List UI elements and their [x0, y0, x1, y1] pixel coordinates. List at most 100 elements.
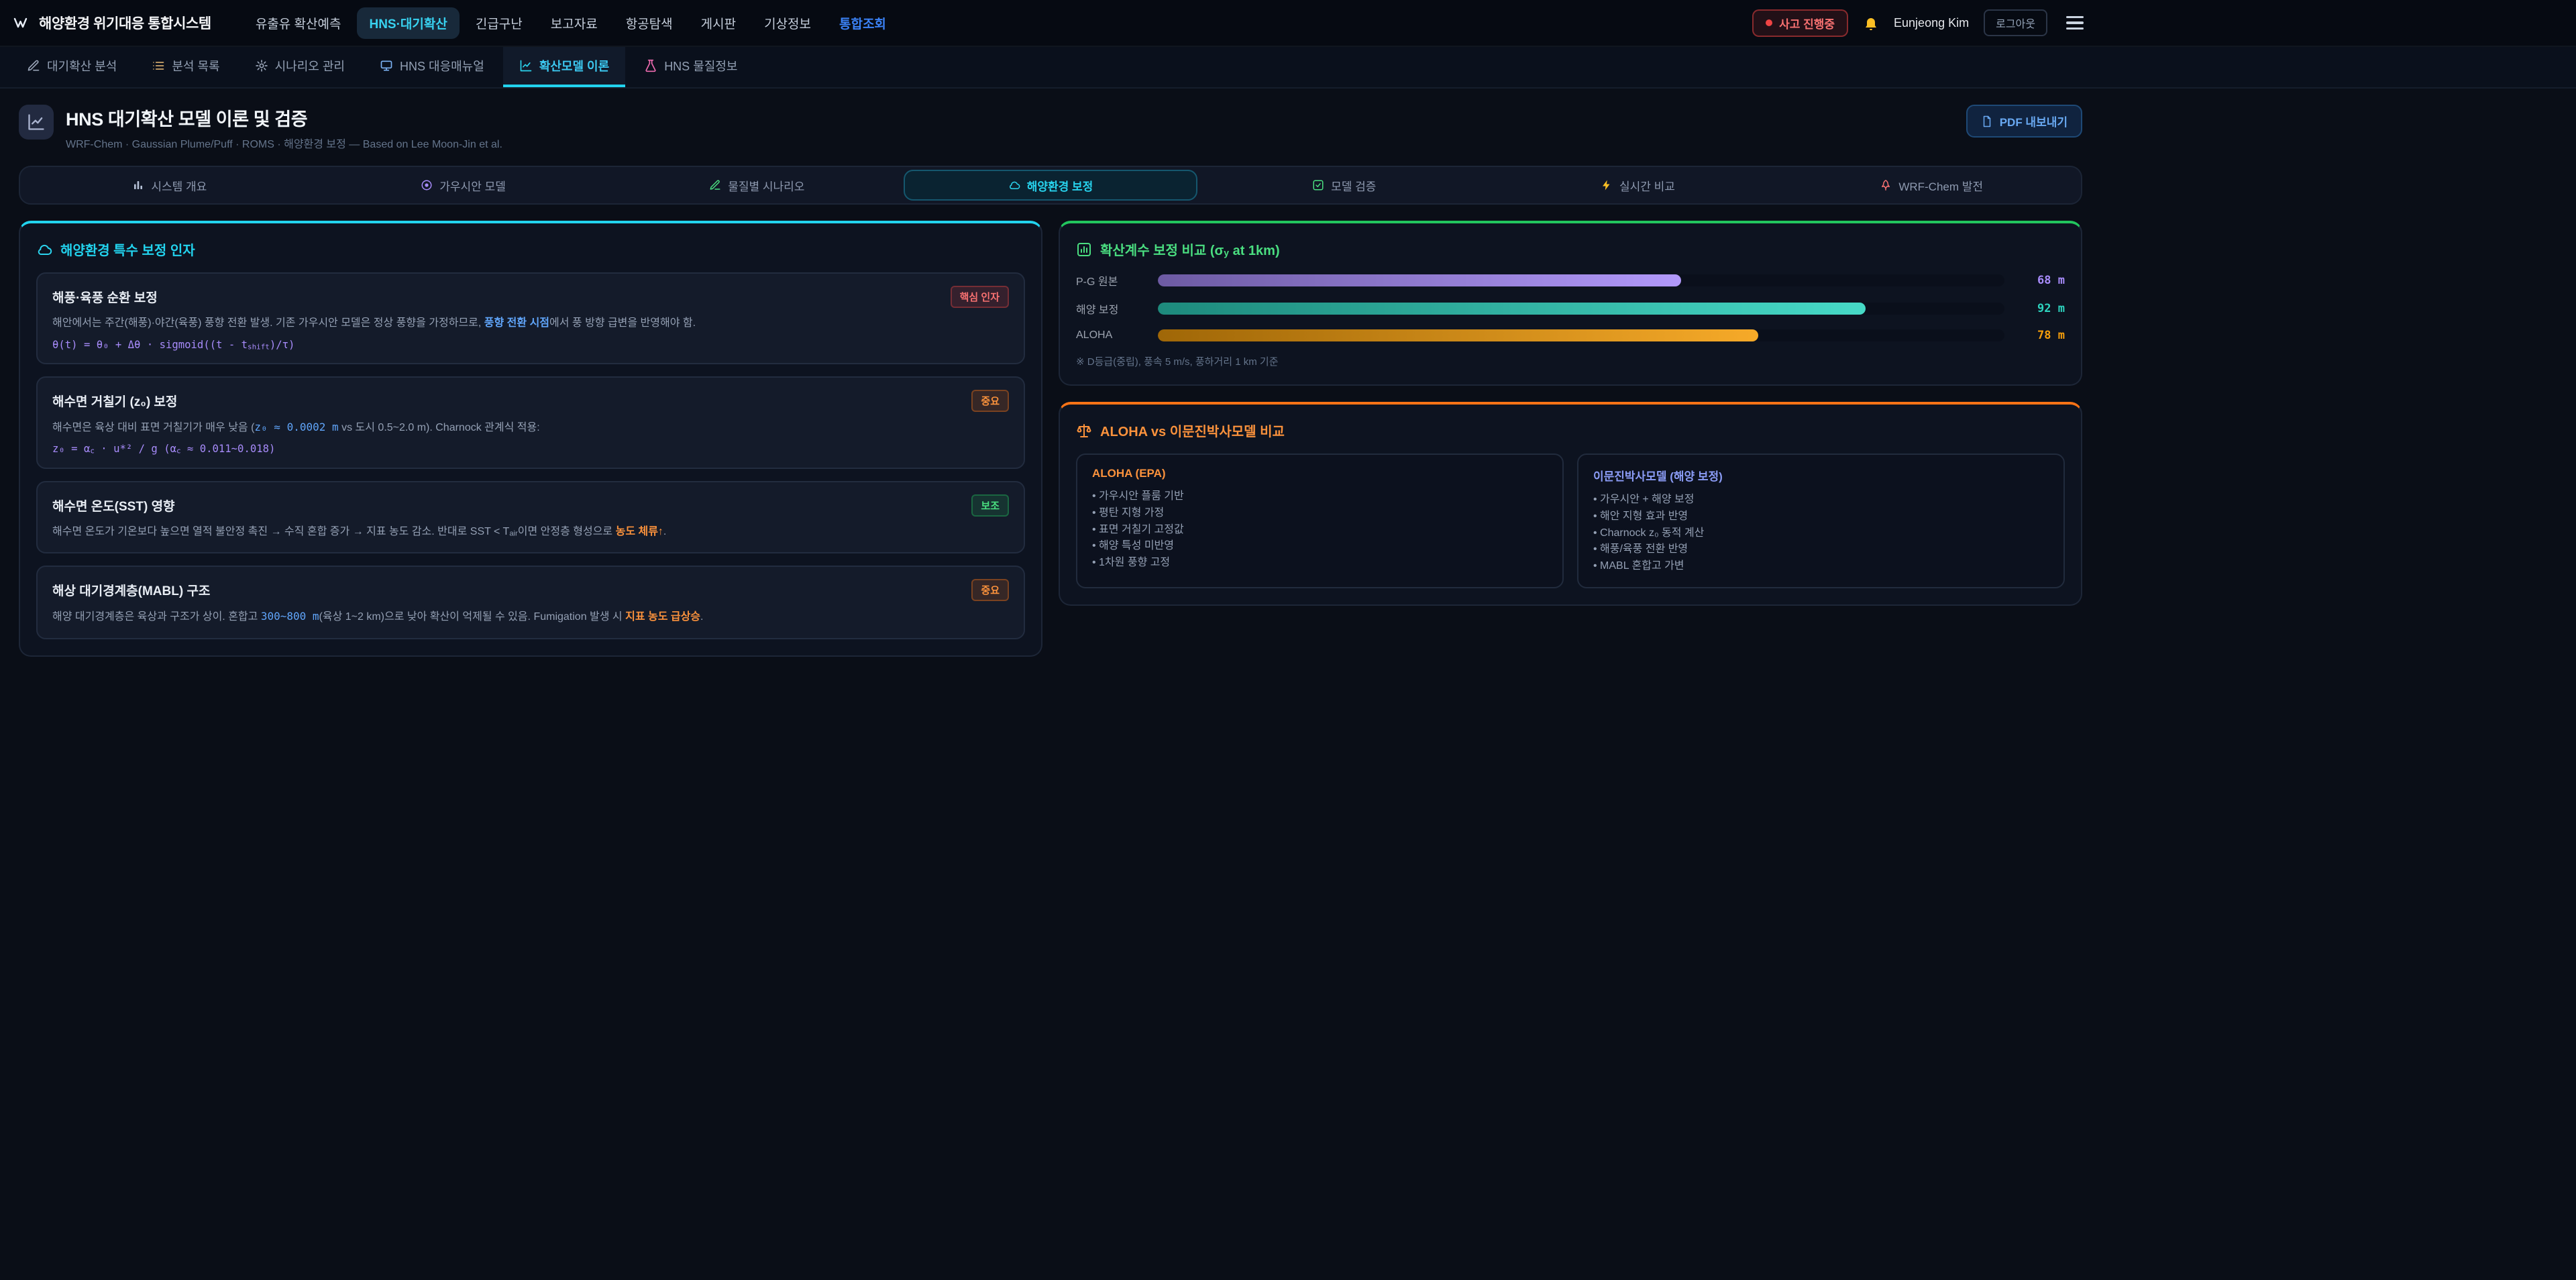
section-tab-gaussian-model[interactable]: 가우시안 모델	[317, 170, 610, 201]
compare-item: 해안 지형 효과 반영	[1593, 509, 2049, 525]
gaussian-circle-icon	[421, 179, 433, 191]
rocket-icon	[1880, 179, 1892, 191]
bar-fill	[1158, 303, 1866, 315]
page-subtitle: WRF-Chem · Gaussian Plume/Puff · ROMS · …	[66, 135, 502, 151]
section-tab-substance-scenarios[interactable]: 물질별 시나리오	[610, 170, 904, 201]
section-tab-label: 실시간 비교	[1619, 177, 1675, 194]
section-tab-realtime-comparison[interactable]: 실시간 비교	[1491, 170, 1785, 201]
factor-title: 해상 대기경계층(MABL) 구조	[52, 581, 210, 599]
nav-item-oil-spill[interactable]: 유출유 확산예측	[244, 7, 354, 39]
pencil-icon	[709, 179, 721, 191]
top-navigation-bar: 해양환경 위기대응 통합시스템 유출유 확산예측 HNS·대기확산 긴급구난 보…	[0, 0, 2576, 47]
main-menu: 유출유 확산예측 HNS·대기확산 긴급구난 보고자료 항공탐색 게시판 기상정…	[244, 7, 898, 39]
compare-box-aloha: ALOHA (EPA) 가우시안 플룸 기반 평탄 지형 가정 표면 거칠기 고…	[1076, 454, 1564, 588]
factor-title: 해수면 온도(SST) 영향	[52, 496, 175, 515]
hamburger-menu-icon[interactable]	[2062, 12, 2088, 34]
bolt-icon	[1601, 179, 1613, 191]
check-square-icon	[1312, 179, 1324, 191]
panel-title: 해양환경 특수 보정 인자	[60, 239, 195, 259]
section-tab-label: WRF-Chem 발전	[1898, 177, 1983, 194]
panel-title: 확산계수 보정 비교 (σy at 1km)	[1100, 239, 1280, 259]
topnav-right-cluster: 사고 진행중 Eunjeong Kim 로그아웃	[1752, 9, 2088, 37]
bar-fill	[1158, 274, 1681, 286]
bar-value: 92 m	[2017, 302, 2065, 315]
compare-item: 1차원 풍향 고정	[1092, 555, 1548, 572]
subnav-tab-hns-substance-info[interactable]: HNS 물질정보	[628, 47, 753, 87]
subnav-tab-diffusion-model-theory[interactable]: 확산모델 이론	[503, 47, 625, 87]
bar-category-label: ALOHA	[1076, 329, 1146, 341]
bell-icon[interactable]	[1863, 15, 1879, 31]
nav-item-integrated-search[interactable]: 통합조회	[827, 7, 898, 39]
cloud-icon	[36, 242, 52, 258]
compare-item: 해양 특성 미반영	[1092, 538, 1548, 555]
bar-chart-icon	[1076, 242, 1092, 258]
bar-track	[1158, 303, 2004, 315]
compare-box-title: ALOHA (EPA)	[1092, 467, 1548, 480]
factor-badge: 보조	[971, 494, 1009, 517]
bar-fill	[1158, 329, 1758, 341]
factor-body: 해안에서는 주간(해풍)·야간(육풍) 풍향 전환 발생. 기존 가우시안 모델…	[52, 315, 1009, 332]
model-comparison-panel: ALOHA vs 이문진박사모델 비교 ALOHA (EPA) 가우시안 플룸 …	[1059, 402, 2082, 606]
factor-title: 해수면 거칠기 (z₀) 보정	[52, 392, 177, 410]
flask-icon	[644, 59, 657, 72]
section-tab-label: 시스템 개요	[151, 177, 207, 194]
compare-item: MABL 혼합고 가변	[1593, 558, 2049, 575]
section-tab-bar: 시스템 개요 가우시안 모델 물질별 시나리오 해양환경 보정	[19, 166, 2082, 205]
section-tab-wrf-chem[interactable]: WRF-Chem 발전	[1784, 170, 2078, 201]
nav-item-board[interactable]: 게시판	[689, 7, 748, 39]
factor-card-mabl-structure: 해상 대기경계층(MABL) 구조 중요 해양 대기경계층은 육상과 구조가 상…	[36, 566, 1025, 639]
subnav-tab-label: HNS 물질정보	[664, 57, 737, 74]
factor-title: 해풍·육풍 순환 보정	[52, 288, 158, 306]
brand-title: 해양환경 위기대응 통합시스템	[39, 13, 211, 33]
nav-item-hns-atmospheric[interactable]: HNS·대기확산	[357, 7, 459, 39]
bar-value: 78 m	[2017, 329, 2065, 342]
factor-badge: 핵심 인자	[951, 286, 1009, 308]
nav-item-aerial-search[interactable]: 항공탐색	[614, 7, 685, 39]
brand[interactable]: 해양환경 위기대응 통합시스템	[13, 13, 211, 33]
subnav-tab-label: 분석 목록	[172, 57, 219, 74]
subnav-tab-label: 확산모델 이론	[539, 57, 609, 74]
factor-formula: z₀ = αc · u*² / g (αc ≈ 0.011~0.018)	[52, 443, 1009, 455]
section-tab-label: 가우시안 모델	[439, 177, 506, 194]
logout-button[interactable]: 로그아웃	[1984, 9, 2047, 36]
bar-chart-icon	[132, 179, 144, 191]
manual-monitor-icon	[380, 59, 393, 72]
section-tab-label: 물질별 시나리오	[728, 177, 804, 194]
scale-icon	[1076, 423, 1092, 439]
nav-item-weather[interactable]: 기상정보	[752, 7, 823, 39]
app-page: 해양환경 위기대응 통합시스템 유출유 확산예측 HNS·대기확산 긴급구난 보…	[0, 0, 2576, 1280]
incident-label: 사고 진행중	[1779, 15, 1835, 32]
pdf-export-button[interactable]: PDF 내보내기	[1966, 105, 2082, 138]
bar-value: 68 m	[2017, 274, 2065, 287]
subnav-tab-analysis-list[interactable]: 분석 목록	[136, 47, 235, 87]
nav-item-reports[interactable]: 보고자료	[539, 7, 610, 39]
compare-box-lee-model: 이문진박사모델 (해양 보정) 가우시안 + 해양 보정 해안 지형 효과 반영…	[1577, 454, 2065, 588]
subnav-tab-scenario-management[interactable]: 시나리오 관리	[239, 47, 361, 87]
list-icon	[152, 59, 165, 72]
section-tab-model-validation[interactable]: 모델 검증	[1197, 170, 1491, 201]
page-header-chart-icon	[19, 105, 54, 140]
compare-box-title: 이문진박사모델 (해양 보정)	[1593, 467, 2049, 484]
compare-item: 평탄 지형 가정	[1092, 505, 1548, 522]
bar-category-label: P-G 원본	[1076, 272, 1146, 288]
gear-icon	[255, 59, 268, 72]
section-tab-label: 해양환경 보정	[1027, 177, 1093, 194]
marine-correction-panel: 해양환경 특수 보정 인자 해풍·육풍 순환 보정 핵심 인자 해안에서는 주간…	[19, 221, 1042, 657]
pdf-export-label: PDF 내보내기	[2000, 113, 2068, 129]
incident-status-badge[interactable]: 사고 진행중	[1752, 9, 1848, 37]
incident-dot-icon	[1766, 19, 1772, 26]
bar-row-pg-original: P-G 원본 68 m	[1076, 272, 2065, 288]
chart-footnote: ※ D등급(중립), 풍속 5 m/s, 풍하거리 1 km 기준	[1076, 354, 2065, 368]
compare-item: 가우시안 + 해양 보정	[1593, 492, 2049, 509]
sub-navigation-bar: 대기확산 분석 분석 목록 시나리오 관리 HNS 대응매뉴얼	[0, 47, 2576, 89]
panel-title: ALOHA vs 이문진박사모델 비교	[1100, 421, 1285, 440]
compare-item: Charnock z₀ 동적 계산	[1593, 525, 2049, 542]
factor-body: 해수면 온도가 기온보다 높으면 열적 불안정 촉진 → 수직 혼합 증가 → …	[52, 523, 1009, 541]
compare-item: 표면 거칠기 고정값	[1092, 522, 1548, 539]
section-tab-system-overview[interactable]: 시스템 개요	[23, 170, 317, 201]
subnav-tab-atmospheric-analysis[interactable]: 대기확산 분석	[11, 47, 133, 87]
section-tab-marine-correction[interactable]: 해양환경 보정	[904, 170, 1197, 201]
subnav-tab-hns-response-manual[interactable]: HNS 대응매뉴얼	[364, 47, 500, 87]
factor-formula: θ(t) = θ₀ + Δθ · sigmoid((t - tshift)/τ)	[52, 339, 1009, 351]
nav-item-emergency-rescue[interactable]: 긴급구난	[464, 7, 535, 39]
